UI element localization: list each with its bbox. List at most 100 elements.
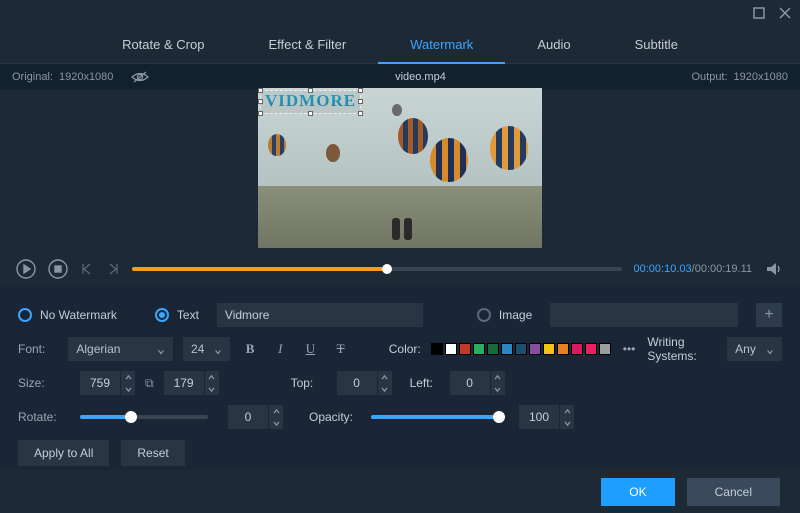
height-spinbox[interactable] [164,371,219,395]
top-spinbox[interactable] [337,371,392,395]
rotate-input[interactable] [228,410,268,424]
output-resolution: 1920x1080 [734,71,788,83]
close-icon[interactable] [778,6,792,20]
spin-up-icon[interactable] [205,371,219,383]
preview-frame[interactable]: Vidmore [258,88,542,248]
opacity-label: Opacity: [309,410,361,424]
italic-button[interactable]: I [270,337,290,361]
spin-down-icon[interactable] [491,383,505,395]
opacity-spinbox[interactable] [519,405,574,429]
color-swatch[interactable] [557,343,569,355]
link-aspect-icon[interactable]: ⧉ [145,376,154,391]
radio-image[interactable] [477,308,491,322]
radio-no-watermark[interactable] [18,308,32,322]
apply-to-all-button[interactable]: Apply to All [18,440,109,466]
color-swatch[interactable] [571,343,583,355]
ok-button[interactable]: OK [601,478,674,506]
rotate-label: Rotate: [18,410,70,424]
tab-effect-filter[interactable]: Effect & Filter [236,26,378,64]
rotate-slider[interactable] [80,415,208,419]
font-family-select[interactable]: Algerian [68,337,173,361]
opacity-input[interactable] [519,410,559,424]
more-colors-button[interactable]: ••• [621,342,638,356]
color-swatch[interactable] [459,343,471,355]
bold-button[interactable]: B [240,337,260,361]
tab-rotate-crop[interactable]: Rotate & Crop [90,26,236,64]
reset-button[interactable]: Reset [121,440,184,466]
opacity-slider[interactable] [371,415,499,419]
color-swatch[interactable] [543,343,555,355]
strikethrough-button[interactable]: T [331,337,351,361]
color-swatch[interactable] [515,343,527,355]
width-input[interactable] [80,376,120,390]
chevron-down-icon [766,345,774,353]
radio-text[interactable] [155,308,169,322]
left-label: Left: [410,376,440,390]
next-frame-icon[interactable] [106,262,120,276]
eye-off-icon[interactable] [131,70,149,84]
no-watermark-label: No Watermark [40,308,117,322]
font-label: Font: [18,342,58,356]
color-swatch[interactable] [599,343,611,355]
spin-up-icon[interactable] [378,371,392,383]
image-path-box[interactable] [550,303,738,327]
spin-down-icon[interactable] [378,383,392,395]
color-swatch[interactable] [501,343,513,355]
color-swatch[interactable] [585,343,597,355]
info-bar: Original: 1920x1080 video.mp4 Output: 19… [0,64,800,90]
titlebar [0,0,800,26]
maximize-icon[interactable] [752,6,766,20]
watermark-box[interactable]: Vidmore [260,90,361,114]
text-radio-label: Text [177,308,199,322]
spin-up-icon[interactable] [560,405,574,417]
spin-down-icon[interactable] [560,417,574,429]
add-image-button[interactable]: + [756,303,782,327]
color-swatch[interactable] [473,343,485,355]
video-preview: Vidmore [0,90,800,252]
seek-bar[interactable] [132,267,622,271]
tab-watermark[interactable]: Watermark [378,26,505,64]
editor-window: Rotate & Crop Effect & Filter Watermark … [0,0,800,513]
time-display: 00:00:10.03/00:00:19.11 [634,263,752,275]
width-spinbox[interactable] [80,371,135,395]
spin-down-icon[interactable] [121,383,135,395]
total-time: 00:00:19.11 [695,263,752,275]
color-label: Color: [389,342,421,356]
spin-up-icon[interactable] [491,371,505,383]
stop-icon[interactable] [48,259,68,279]
writing-systems-label: Writing Systems: [647,335,717,363]
watermark-text-input[interactable] [217,303,423,327]
chevron-down-icon [214,345,222,353]
font-size-select[interactable]: 24 [183,337,230,361]
writing-systems-select[interactable]: Any [727,337,782,361]
output-label: Output: [691,71,727,83]
color-swatch[interactable] [445,343,457,355]
chevron-down-icon [157,345,165,353]
tab-audio[interactable]: Audio [505,26,602,64]
left-spinbox[interactable] [450,371,505,395]
rotate-spinbox[interactable] [228,405,283,429]
top-label: Top: [291,376,327,390]
footer: OK Cancel [0,470,800,513]
image-radio-label: Image [499,308,532,322]
spin-up-icon[interactable] [269,405,283,417]
tab-subtitle[interactable]: Subtitle [603,26,710,64]
play-bar: 00:00:10.03/00:00:19.11 [0,252,800,286]
tab-bar: Rotate & Crop Effect & Filter Watermark … [0,26,800,64]
spin-down-icon[interactable] [205,383,219,395]
volume-icon[interactable] [764,259,784,279]
size-label: Size: [18,376,70,390]
color-swatch[interactable] [529,343,541,355]
spin-up-icon[interactable] [121,371,135,383]
color-swatch[interactable] [487,343,499,355]
color-swatches [431,343,611,355]
play-icon[interactable] [16,259,36,279]
top-input[interactable] [337,376,377,390]
prev-frame-icon[interactable] [80,262,94,276]
left-input[interactable] [450,376,490,390]
cancel-button[interactable]: Cancel [687,478,780,506]
height-input[interactable] [164,376,204,390]
underline-button[interactable]: U [300,337,320,361]
color-swatch[interactable] [431,343,443,355]
spin-down-icon[interactable] [269,417,283,429]
